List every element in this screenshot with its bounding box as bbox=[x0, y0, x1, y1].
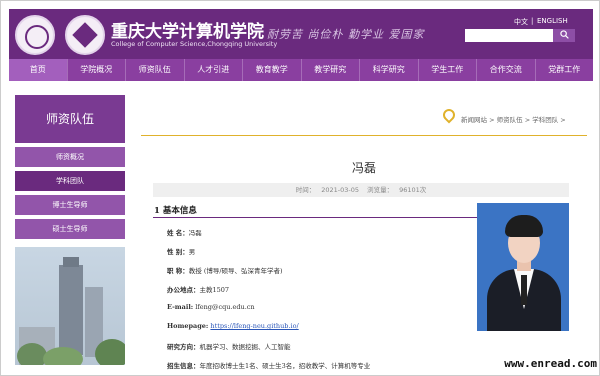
breadcrumb-separator: > bbox=[524, 116, 531, 124]
article-meta: 时间： 2021-03-05 浏览量： 96101次 bbox=[153, 183, 569, 197]
nav-faculty[interactable]: 师资队伍 bbox=[126, 59, 185, 81]
location-pin-icon bbox=[440, 106, 458, 124]
info-title: 职 称：教授 (博导/硕导、弘深青年学者) bbox=[167, 265, 283, 275]
info-office-label: 办公地点： bbox=[167, 286, 200, 294]
info-title-value: 教授 (博导/硕导、弘深青年学者) bbox=[188, 267, 283, 275]
college-badge-logo[interactable] bbox=[65, 15, 105, 55]
main-nav: 首页 学院概况 师资队伍 人才引进 教育教学 教学研究 科学研究 学生工作 合作… bbox=[9, 59, 593, 81]
breadcrumb-link-teams[interactable]: 学科团队 bbox=[532, 116, 558, 124]
breadcrumb-divider bbox=[141, 135, 587, 136]
nav-party-affairs[interactable]: 党群工作 bbox=[536, 59, 594, 81]
info-homepage: Homepage: https://lfeng-neu.github.io/ bbox=[167, 322, 299, 330]
site-header: 重庆大学计算机学院 College of Computer Science,Ch… bbox=[9, 9, 593, 59]
nav-home[interactable]: 首页 bbox=[9, 59, 68, 81]
nav-research[interactable]: 科学研究 bbox=[360, 59, 419, 81]
info-email-label: E-mail: bbox=[167, 303, 194, 311]
lang-chinese-link[interactable]: 中文 bbox=[514, 17, 528, 27]
info-name-value: 冯磊 bbox=[188, 229, 202, 237]
university-seal-logo[interactable] bbox=[15, 15, 55, 55]
page: 重庆大学计算机学院 College of Computer Science,Ch… bbox=[0, 0, 600, 376]
lang-separator: | bbox=[531, 17, 534, 25]
sidebar-item-faculty-overview[interactable]: 师资概况 bbox=[15, 147, 125, 167]
sidebar-title: 师资队伍 bbox=[15, 95, 125, 143]
info-research-label: 研究方向： bbox=[167, 343, 200, 351]
campus-building-photo bbox=[15, 247, 125, 365]
info-name: 姓 名：冯磊 bbox=[167, 227, 202, 237]
sidebar-item-phd-supervisors[interactable]: 博士生导师 bbox=[15, 195, 125, 215]
breadcrumb: 新闻网站 > 师资队伍 > 学科团队 > bbox=[461, 114, 566, 124]
info-gender-label: 性 别： bbox=[167, 248, 189, 256]
section-title: 1 基本信息 bbox=[154, 206, 197, 216]
faculty-portrait bbox=[477, 203, 569, 331]
college-subtitle: College of Computer Science,Chongqing Un… bbox=[111, 40, 278, 48]
nav-cooperation[interactable]: 合作交流 bbox=[477, 59, 536, 81]
meta-time-label: 时间： bbox=[295, 186, 316, 194]
info-gender-value: 男 bbox=[188, 248, 196, 256]
nav-student-affairs[interactable]: 学生工作 bbox=[419, 59, 477, 81]
info-name-label: 姓 名： bbox=[167, 229, 189, 237]
info-gender: 性 别：男 bbox=[167, 246, 195, 256]
info-recruitment-value: 年度招收博士生1名、硕士生3名，招收教学、计算机等专业 bbox=[199, 362, 371, 370]
sidebar-item-master-supervisors[interactable]: 硕士生导师 bbox=[15, 219, 125, 239]
info-title-label: 职 称： bbox=[167, 267, 189, 275]
nav-recruitment[interactable]: 人才引进 bbox=[185, 59, 243, 81]
homepage-link[interactable]: https://lfeng-neu.github.io/ bbox=[210, 322, 298, 330]
breadcrumb-separator: > bbox=[489, 116, 495, 124]
search-button[interactable] bbox=[553, 29, 575, 42]
info-recruitment: 招生信息：年度招收博士生1名、硕士生3名，招收教学、计算机等专业 bbox=[167, 360, 370, 370]
search-icon bbox=[559, 30, 569, 39]
article-title: 冯磊 bbox=[351, 161, 376, 175]
nav-education[interactable]: 教育教学 bbox=[243, 59, 302, 81]
sidebar-item-discipline-teams[interactable]: 学科团队 bbox=[15, 171, 125, 191]
breadcrumb-link-home[interactable]: 新闻网站 bbox=[461, 116, 487, 124]
info-homepage-label: Homepage: bbox=[167, 322, 209, 330]
nav-about[interactable]: 学院概况 bbox=[68, 59, 126, 81]
breadcrumb-link-faculty[interactable]: 师资队伍 bbox=[497, 116, 523, 124]
site-watermark: www.enread.com bbox=[489, 352, 599, 375]
meta-views-label: 浏览量： bbox=[367, 186, 394, 194]
motto: 耐劳苦 尚俭朴 勤学业 爱国家 bbox=[267, 28, 425, 41]
breadcrumb-separator: > bbox=[560, 116, 566, 124]
sidebar-menu: 师资概况 学科团队 博士生导师 硕士生导师 bbox=[15, 147, 125, 243]
info-email-value[interactable]: lfeng@cqu.edu.cn bbox=[195, 303, 254, 311]
info-email: E-mail: lfeng@cqu.edu.cn bbox=[167, 303, 255, 311]
info-office-value: 主教1507 bbox=[199, 286, 230, 294]
nav-teaching-research[interactable]: 教学研究 bbox=[302, 59, 360, 81]
lang-english-link[interactable]: ENGLISH bbox=[537, 17, 568, 25]
college-title[interactable]: 重庆大学计算机学院 bbox=[111, 17, 264, 42]
search-input[interactable] bbox=[465, 29, 553, 42]
info-research: 研究方向：机器学习、数据挖掘、人工智能 bbox=[167, 341, 291, 351]
info-office: 办公地点：主教1507 bbox=[167, 284, 229, 294]
meta-views: 96101次 bbox=[399, 186, 427, 194]
info-recruitment-label: 招生信息： bbox=[167, 362, 200, 370]
info-research-value: 机器学习、数据挖掘、人工智能 bbox=[199, 343, 291, 351]
meta-time: 2021-03-05 bbox=[321, 186, 359, 194]
